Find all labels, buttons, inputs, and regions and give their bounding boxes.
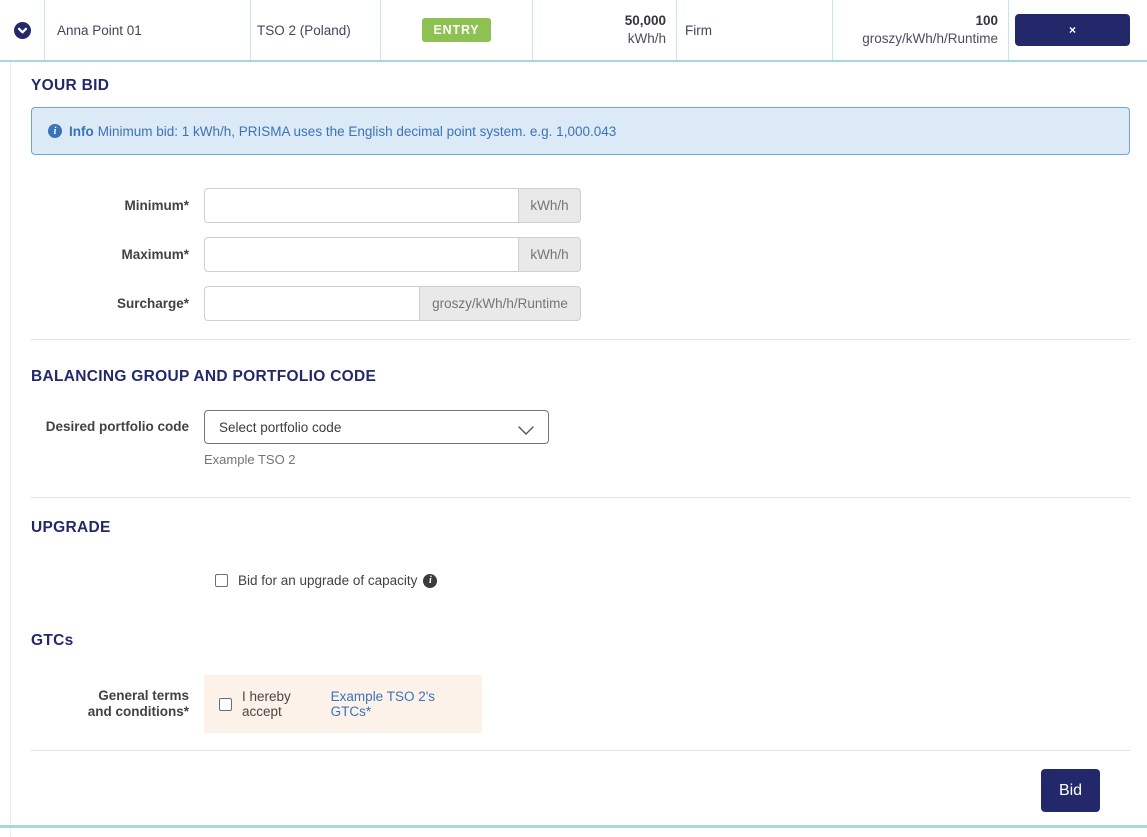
direction-cell: ENTRY [380,0,532,60]
portfolio-row: Desired portfolio code Select portfolio … [31,410,1130,444]
portfolio-help-text: Example TSO 2 [204,452,296,467]
minimum-row: Minimum* kWh/h [31,188,1130,223]
bottom-accent-bar [0,825,1147,828]
info-banner: Info Minimum bid: 1 kWh/h, PRISMA uses t… [31,107,1130,155]
capacity-value: 50,000 [624,13,666,28]
minimum-input[interactable] [204,188,518,223]
bid-detail-panel: YOUR BID Info Minimum bid: 1 kWh/h, PRIS… [10,62,1147,837]
maximum-label: Maximum* [121,246,189,262]
minimum-unit-addon: kWh/h [518,188,581,223]
remove-bid-button[interactable]: × [1015,14,1130,46]
capacity-unit: kWh/h [627,31,666,46]
your-bid-heading: YOUR BID [31,77,110,94]
gtc-row: General terms and conditions* I hereby a… [31,675,1130,733]
capacity-cell: 50,000 kWh/h [532,0,676,60]
surcharge-row: Surcharge* groszy/kWh/h/Runtime [31,286,1130,321]
close-cell: × [1008,0,1147,60]
upgrade-heading: UPGRADE [31,519,111,536]
info-icon [48,124,62,138]
row-toggle-cell[interactable] [0,0,44,60]
gtc-accept-text: I hereby accept [242,689,291,719]
chevron-down-circle-icon[interactable] [13,21,31,39]
bid-summary-row: Anna Point 01 TSO 2 (Poland) ENTRY 50,00… [0,0,1147,62]
price-cell: 100 groszy/kWh/h/Runtime [832,0,1008,60]
maximum-input[interactable] [204,237,518,272]
upgrade-checkbox-row: Bid for an upgrade of capacity [215,573,1130,588]
info-icon[interactable] [423,573,438,588]
section-divider [31,750,1130,751]
upgrade-checkbox-label: Bid for an upgrade of capacity [238,573,418,588]
minimum-label: Minimum* [124,197,189,213]
gtc-link[interactable]: Example TSO 2's GTCs* [331,689,467,719]
chevron-down-icon [518,423,534,435]
upgrade-checkbox[interactable] [215,574,228,587]
portfolio-heading: BALANCING GROUP AND PORTFOLIO CODE [31,368,377,385]
network-point-name: Anna Point 01 [44,0,250,60]
surcharge-unit-addon: groszy/kWh/h/Runtime [419,286,581,321]
tso-name: TSO 2 (Poland) [250,0,380,60]
gtc-accept-box: I hereby accept Example TSO 2's GTCs* [204,675,482,733]
entry-badge: ENTRY [421,18,492,42]
footer-actions: Bid [31,769,1130,812]
capacity-quality: Firm [676,0,832,60]
gtc-label: General terms and conditions* [87,688,189,719]
info-label: Info [69,123,94,139]
portfolio-label: Desired portfolio code [45,419,189,434]
surcharge-label: Surcharge* [116,295,189,311]
bid-submit-button[interactable]: Bid [1041,769,1100,812]
maximum-unit-addon: kWh/h [518,237,581,272]
gtc-checkbox[interactable] [219,697,232,711]
portfolio-select-value: Select portfolio code [219,419,342,435]
gtcs-heading: GTCs [31,632,74,649]
portfolio-select[interactable]: Select portfolio code [204,410,549,444]
x-icon: × [1068,23,1076,37]
price-unit: groszy/kWh/h/Runtime [862,31,998,46]
surcharge-input[interactable] [204,286,419,321]
maximum-row: Maximum* kWh/h [31,237,1130,272]
info-text: Minimum bid: 1 kWh/h, PRISMA uses the En… [97,123,617,139]
price-value: 100 [975,13,998,28]
